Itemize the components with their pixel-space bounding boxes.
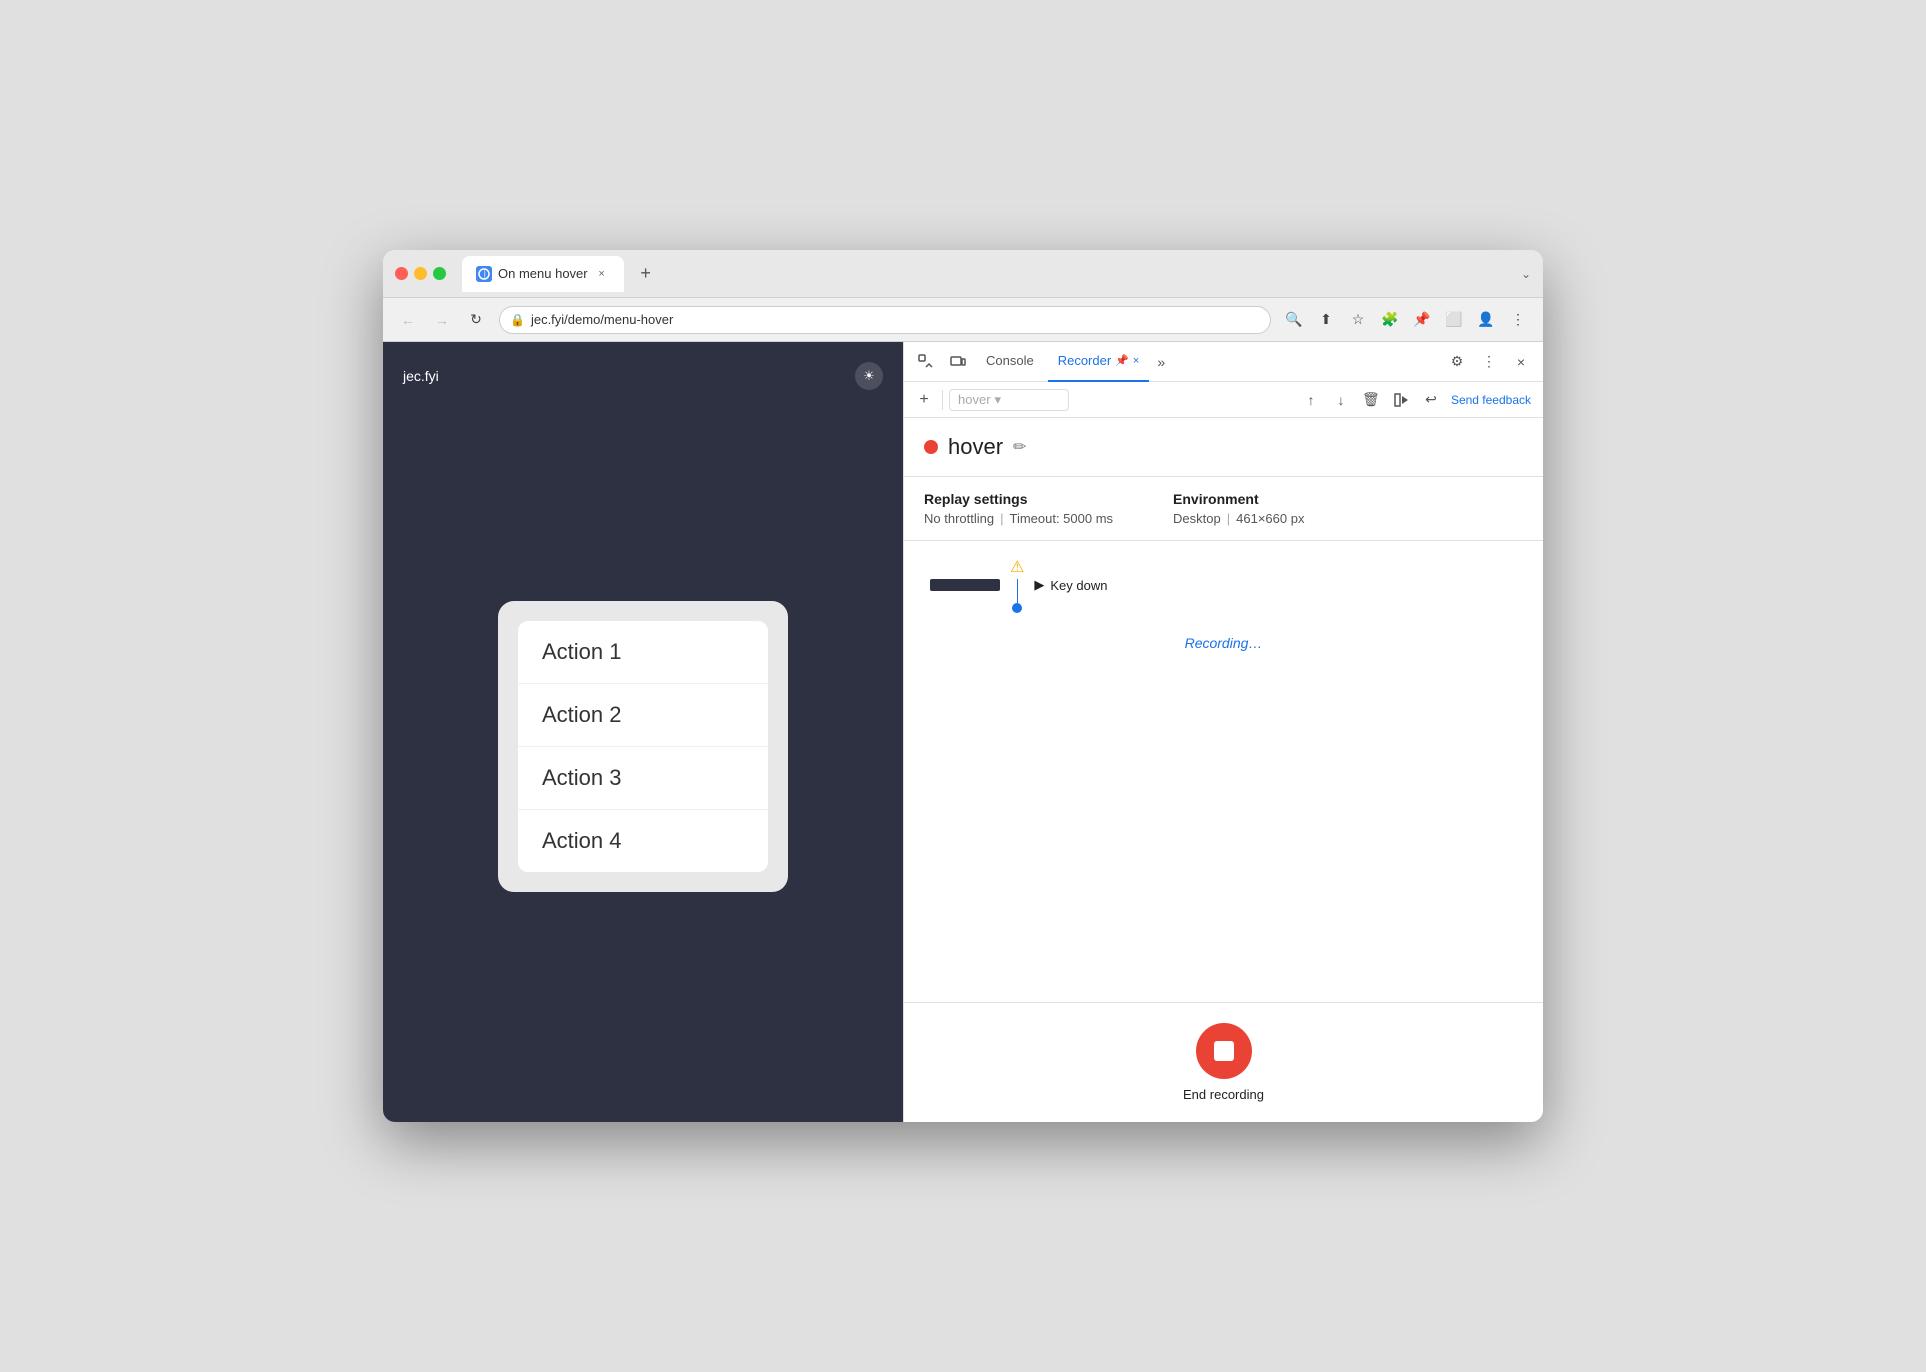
address-bar[interactable]: 🔒 jec.fyi/demo/menu-hover — [499, 306, 1271, 334]
step-label[interactable]: ▶ Key down — [1034, 577, 1107, 593]
back-button[interactable]: ← — [393, 305, 423, 335]
recorder-pin-icon: 📌 — [1115, 354, 1129, 367]
forward-button[interactable]: → — [427, 305, 457, 335]
devtools-header: Console Recorder 📌 × » ⚙ ⋮ × — [904, 342, 1543, 382]
steps-area: ⚠ ▶ Key down Recording… — [904, 541, 1543, 1002]
recorder-toolbar: + hover ▾ ↑ ↓ 🗑 ↩ Send feedback — [904, 382, 1543, 418]
step-dot — [1012, 603, 1022, 613]
main-content: jec.fyi ☀ Action 1 Action 2 Action 3 Act… — [383, 342, 1543, 1122]
recording-status-label: Recording… — [904, 619, 1543, 667]
menu-item-3[interactable]: Action 3 — [518, 747, 768, 810]
step-expand-icon: ▶ — [1034, 577, 1044, 593]
brand-label: jec.fyi — [403, 368, 439, 384]
new-tab-button[interactable]: + — [632, 260, 660, 288]
undo-button[interactable]: ↩ — [1417, 386, 1445, 414]
env-size: 461×660 px — [1236, 511, 1304, 526]
devtools-panel: Console Recorder 📌 × » ⚙ ⋮ × + — [903, 342, 1543, 1122]
import-button[interactable]: ↓ — [1327, 386, 1355, 414]
tab-recorder[interactable]: Recorder 📌 × — [1048, 342, 1150, 382]
menu-card-container: Action 1 Action 2 Action 3 Action 4 — [498, 601, 788, 892]
nav-bar: ← → ↻ 🔒 jec.fyi/demo/menu-hover 🔍 ⬆ ☆ 🧩 … — [383, 298, 1543, 342]
lock-icon: 🔒 — [510, 313, 525, 327]
replay-settings-section: Replay settings No throttling | Timeout:… — [904, 477, 1543, 541]
recorder-actions: ↑ ↓ 🗑 ↩ Send feedback — [1297, 386, 1535, 414]
more-tabs-icon[interactable]: » — [1153, 354, 1169, 370]
extensions-button[interactable]: 🧩 — [1375, 305, 1405, 335]
step-duration-bar — [930, 579, 1000, 591]
webpage-panel: jec.fyi ☀ Action 1 Action 2 Action 3 Act… — [383, 342, 903, 1122]
recording-header: hover ✏ — [904, 418, 1543, 477]
search-button[interactable]: 🔍 — [1279, 305, 1309, 335]
browser-tab[interactable]: On menu hover × — [462, 256, 624, 292]
profile-button[interactable]: 👤 — [1471, 305, 1501, 335]
replay-settings-title: Replay settings — [924, 491, 1113, 507]
pipe-separator: | — [1000, 511, 1003, 526]
step-name: Key down — [1050, 578, 1107, 593]
title-bar: On menu hover × + ⌄ — [383, 250, 1543, 298]
environment-title: Environment — [1173, 491, 1304, 507]
maximize-traffic-light[interactable] — [433, 267, 446, 280]
toolbar-divider — [942, 390, 943, 410]
end-recording-label: End recording — [1183, 1087, 1264, 1102]
tab-title: On menu hover — [498, 266, 588, 281]
dropdown-arrow-icon: ▾ — [995, 392, 1002, 408]
edit-recording-name-icon[interactable]: ✏ — [1013, 437, 1026, 457]
devtools-settings-button[interactable]: ⚙ — [1443, 348, 1471, 376]
devtools-more-options-button[interactable]: ⋮ — [1475, 348, 1503, 376]
device-toggle-button[interactable] — [944, 348, 972, 376]
step-timeline — [920, 565, 1000, 605]
inspect-element-button[interactable] — [912, 348, 940, 376]
tab-console[interactable]: Console — [976, 342, 1044, 382]
tab-favicon — [476, 266, 492, 282]
pin-button[interactable]: 📌 — [1407, 305, 1437, 335]
end-recording-area: End recording — [904, 1002, 1543, 1122]
browser-window: On menu hover × + ⌄ ← → ↻ 🔒 jec.fyi/demo… — [383, 250, 1543, 1122]
throttling-value: No throttling — [924, 511, 994, 526]
pipe-separator-2: | — [1227, 511, 1230, 526]
add-recording-button[interactable]: + — [912, 388, 936, 412]
nav-actions: 🔍 ⬆ ☆ 🧩 📌 ⬜ 👤 ⋮ — [1279, 305, 1533, 335]
recording-name: hover — [948, 434, 1003, 460]
reload-button[interactable]: ↻ — [461, 305, 491, 335]
replay-button[interactable] — [1387, 386, 1415, 414]
dropdown-value: hover — [958, 392, 991, 407]
menu-button[interactable]: ⋮ — [1503, 305, 1533, 335]
close-traffic-light[interactable] — [395, 267, 408, 280]
environment-detail: Desktop | 461×660 px — [1173, 511, 1304, 526]
replay-settings-detail: No throttling | Timeout: 5000 ms — [924, 511, 1113, 526]
send-feedback-link[interactable]: Send feedback — [1447, 391, 1535, 409]
replay-col-env: Environment Desktop | 461×660 px — [1173, 491, 1304, 526]
tab-close-button[interactable]: × — [594, 266, 610, 282]
env-value: Desktop — [1173, 511, 1221, 526]
bookmark-button[interactable]: ☆ — [1343, 305, 1373, 335]
step-warning-icon: ⚠ — [1010, 557, 1024, 577]
minimize-traffic-light[interactable] — [414, 267, 427, 280]
timeout-value: Timeout: 5000 ms — [1009, 511, 1113, 526]
recording-indicator-dot — [924, 440, 938, 454]
replay-col-settings: Replay settings No throttling | Timeout:… — [924, 491, 1113, 526]
delete-button[interactable]: 🗑 — [1357, 386, 1385, 414]
devtools-close-button[interactable]: × — [1507, 348, 1535, 376]
theme-toggle-button[interactable]: ☀ — [855, 362, 883, 390]
share-button[interactable]: ⬆ — [1311, 305, 1341, 335]
traffic-lights — [395, 267, 446, 280]
menu-item-4[interactable]: Action 4 — [518, 810, 768, 872]
menu-card: Action 1 Action 2 Action 3 Action 4 — [518, 621, 768, 872]
stop-icon — [1214, 1041, 1234, 1061]
end-recording-button[interactable] — [1196, 1023, 1252, 1079]
step-connector-line — [1017, 579, 1018, 603]
url-text: jec.fyi/demo/menu-hover — [531, 312, 1260, 327]
export-button[interactable]: ↑ — [1297, 386, 1325, 414]
menu-item-1[interactable]: Action 1 — [518, 621, 768, 684]
recorder-close-icon[interactable]: × — [1133, 355, 1139, 367]
chevron-down-icon[interactable]: ⌄ — [1521, 267, 1531, 281]
cast-button[interactable]: ⬜ — [1439, 305, 1469, 335]
webpage-header: jec.fyi ☀ — [403, 362, 883, 390]
table-row: ⚠ ▶ Key down — [904, 551, 1543, 619]
recording-selector[interactable]: hover ▾ — [949, 389, 1069, 411]
menu-item-2[interactable]: Action 2 — [518, 684, 768, 747]
